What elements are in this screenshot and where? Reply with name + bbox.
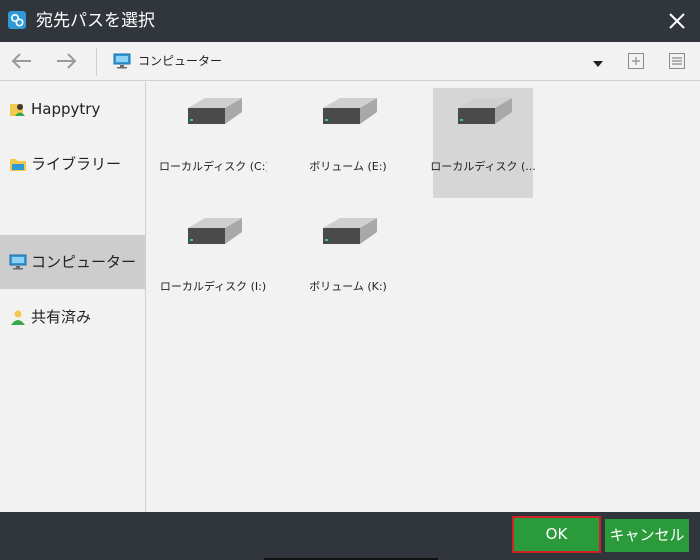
user-folder-icon <box>9 101 27 117</box>
window-title: 宛先パスを選択 <box>36 11 155 31</box>
dialog-body: コンピューター Happytry ライブラリー コンピューター 共有済み ローカ… <box>0 42 700 512</box>
cancel-button[interactable]: キャンセル <box>605 519 689 552</box>
drive-label: ローカルディスク (... <box>430 160 536 173</box>
drive-item-c[interactable]: ローカルディスク (C:) <box>159 88 267 198</box>
toolbar: コンピューター <box>0 42 700 81</box>
drive-label: ローカルディスク (C:) <box>159 160 267 173</box>
shared-user-icon <box>9 309 27 325</box>
sidebar-item-shared[interactable]: 共有済み <box>0 290 145 344</box>
drive-item-e[interactable]: ボリューム (E:) <box>298 88 398 198</box>
ok-button[interactable]: OK <box>512 516 601 553</box>
hard-drive-icon <box>185 94 245 130</box>
dialog-footer: OK キャンセル <box>0 512 700 560</box>
library-icon <box>9 156 27 172</box>
hard-drive-icon <box>320 94 380 130</box>
drive-item-k[interactable]: ボリューム (K:) <box>298 208 398 318</box>
dropdown-arrow-icon[interactable] <box>591 55 605 67</box>
hard-drive-icon <box>455 94 515 130</box>
sidebar: Happytry ライブラリー コンピューター 共有済み <box>0 82 146 512</box>
drive-list: ローカルディスク (C:) ボリューム (E:) ローカルディスク (... ロ… <box>147 82 700 512</box>
title-bar: 宛先パスを選択 <box>0 0 700 42</box>
toolbar-divider <box>96 48 97 76</box>
sidebar-item-label: コンピューター <box>31 253 137 271</box>
new-folder-icon[interactable] <box>626 51 646 71</box>
drive-label: ローカルディスク (I:) <box>159 280 267 293</box>
hard-drive-icon <box>185 214 245 250</box>
drive-label: ボリューム (E:) <box>309 160 387 173</box>
sidebar-item-library[interactable]: ライブラリー <box>0 137 145 191</box>
app-logo-icon <box>8 11 26 29</box>
list-view-icon[interactable] <box>667 51 687 71</box>
drive-label: ボリューム (K:) <box>309 280 387 293</box>
computer-icon <box>9 254 27 270</box>
sidebar-item-label: Happytry <box>31 100 101 118</box>
close-icon[interactable] <box>664 8 690 34</box>
sidebar-item-label: ライブラリー <box>31 155 122 173</box>
back-arrow-icon[interactable] <box>9 49 35 73</box>
drive-item-selected[interactable]: ローカルディスク (... <box>430 88 536 198</box>
hard-drive-icon <box>320 214 380 250</box>
drive-item-i[interactable]: ローカルディスク (I:) <box>160 208 266 318</box>
computer-icon <box>113 53 131 69</box>
sidebar-item-computer[interactable]: コンピューター <box>0 235 145 289</box>
forward-arrow-icon[interactable] <box>53 49 79 73</box>
sidebar-item-label: 共有済み <box>31 308 92 326</box>
sidebar-item-happytry[interactable]: Happytry <box>0 82 145 136</box>
location-path: コンピューター <box>138 54 223 68</box>
